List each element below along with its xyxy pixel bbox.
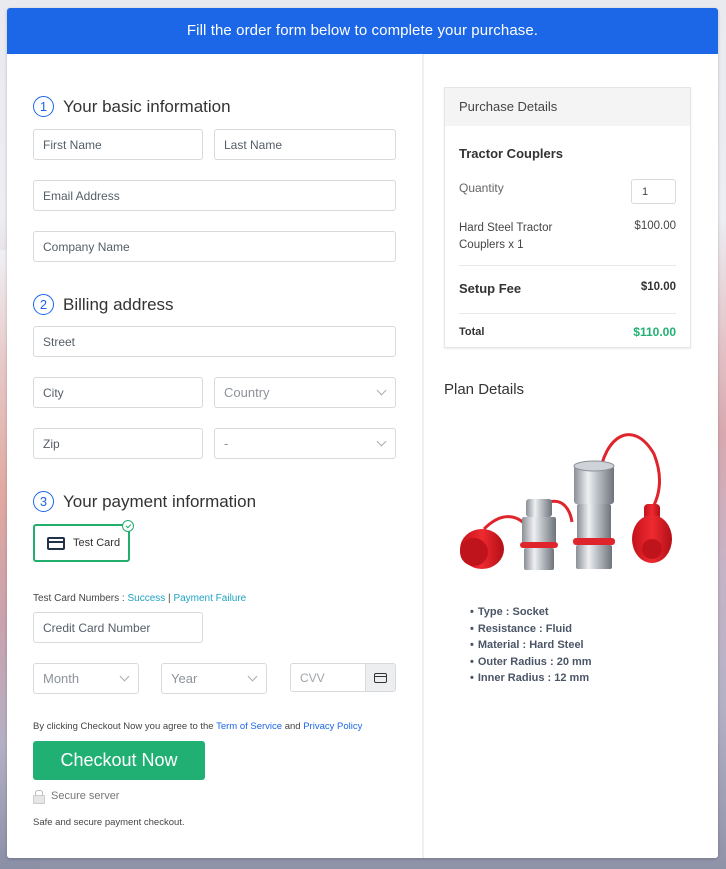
total-price: $110.00: [633, 325, 676, 339]
quantity-input[interactable]: 1: [631, 179, 676, 204]
country-value: Country: [224, 385, 270, 400]
payment-method-label: Test Card: [73, 537, 121, 549]
email-input[interactable]: Email Address: [33, 180, 396, 211]
year-select[interactable]: Year: [161, 663, 267, 694]
product-image: [460, 433, 672, 570]
payment-method-test-card[interactable]: Test Card: [33, 520, 134, 562]
setup-fee-price: $10.00: [640, 281, 676, 293]
section-title: Your payment information: [63, 491, 257, 511]
credit-card-number-input[interactable]: Credit Card Number: [33, 612, 203, 643]
credit-card-icon: [47, 536, 65, 550]
plan-feature: Type : Socket: [470, 604, 592, 621]
privacy-policy-link[interactable]: Privacy Policy: [303, 721, 362, 732]
plug-ring: [520, 542, 558, 548]
divider: [459, 313, 676, 314]
street-input[interactable]: Street: [33, 326, 396, 357]
form-column: 1 Your basic information First Name Last…: [7, 54, 422, 858]
secure-server: Secure server: [33, 790, 120, 804]
zip-input[interactable]: Zip: [33, 428, 203, 459]
banner: Fill the order form below to complete yo…: [7, 8, 718, 54]
month-select[interactable]: Month: [33, 663, 139, 694]
success-link[interactable]: Success: [127, 593, 165, 604]
test-card-numbers: Test Card Numbers : Success | Payment Fa…: [33, 593, 246, 604]
quantity-label: Quantity: [459, 181, 504, 195]
divider: [459, 265, 676, 266]
terms-of-service-link[interactable]: Term of Service: [216, 721, 282, 732]
year-value: Year: [171, 671, 198, 686]
purchase-details-header: Purchase Details: [445, 88, 690, 126]
purchase-details-panel: Purchase Details Tractor Couplers Quanti…: [444, 87, 691, 348]
company-input[interactable]: Company Name: [33, 231, 396, 262]
chevron-down-icon: [376, 436, 387, 447]
chevron-down-icon: [119, 671, 130, 682]
test-card-numbers-label: Test Card Numbers :: [33, 593, 128, 604]
state-select[interactable]: -: [214, 428, 396, 459]
cvv-group: CVV: [290, 663, 396, 692]
check-circle-icon: [122, 520, 134, 532]
step-number: 3: [33, 491, 54, 512]
safe-checkout-text: Safe and secure payment checkout.: [33, 817, 185, 828]
plan-feature: Material : Hard Steel: [470, 637, 592, 654]
socket-mouth: [573, 460, 615, 472]
plan-feature: Resistance : Fluid: [470, 621, 592, 638]
order-form-card: Fill the order form below to complete yo…: [7, 8, 718, 858]
plug-hex: [524, 548, 554, 570]
line-item-label: Hard Steel Tractor Couplers x 1: [459, 222, 553, 251]
country-select[interactable]: Country: [214, 377, 396, 408]
terms-text: By clicking Checkout Now you agree to th…: [33, 721, 362, 732]
month-value: Month: [43, 671, 80, 686]
socket-ring: [573, 538, 615, 545]
total-label: Total: [459, 326, 485, 338]
last-name-input[interactable]: Last Name: [214, 129, 396, 160]
checkout-now-button[interactable]: Checkout Now: [33, 741, 205, 780]
plan-features-list: Type : Socket Resistance : Fluid Materia…: [470, 604, 592, 687]
chevron-down-icon: [247, 671, 258, 682]
lock-icon: [33, 790, 45, 804]
plan-feature: Outer Radius : 20 mm: [470, 654, 592, 671]
state-value: -: [224, 436, 229, 451]
step-number: 1: [33, 96, 54, 117]
product-title: Tractor Couplers: [459, 146, 564, 161]
section-title: Billing address: [63, 294, 174, 314]
credit-card-icon: [374, 672, 387, 683]
plan-details-title: Plan Details: [444, 381, 525, 398]
chevron-down-icon: [376, 385, 387, 396]
secure-server-label: Secure server: [51, 790, 120, 802]
red-cap-opening: [460, 538, 488, 566]
socket-hex: [576, 545, 612, 569]
terms-and: and: [282, 721, 304, 732]
payment-failure-link[interactable]: Payment Failure: [173, 593, 246, 604]
setup-fee-label: Setup Fee: [459, 281, 522, 296]
section-billing: 2 Billing address: [33, 294, 174, 315]
line-item-price: $100.00: [634, 220, 676, 232]
city-input[interactable]: City: [33, 377, 203, 408]
first-name-input[interactable]: First Name: [33, 129, 203, 160]
summary-column: Purchase Details Tractor Couplers Quanti…: [424, 54, 718, 858]
step-number: 2: [33, 294, 54, 315]
cvv-input[interactable]: CVV: [291, 664, 365, 691]
section-basic-info: 1 Your basic information: [33, 96, 231, 117]
terms-prefix: By clicking Checkout Now you agree to th…: [33, 721, 217, 732]
red-cap-right-opening: [642, 539, 662, 559]
cvv-addon: [365, 664, 395, 691]
section-title: Your basic information: [63, 96, 231, 116]
plug-top: [526, 499, 552, 517]
plan-feature: Inner Radius : 12 mm: [470, 670, 592, 687]
section-payment: 3 Your payment information: [33, 491, 256, 512]
